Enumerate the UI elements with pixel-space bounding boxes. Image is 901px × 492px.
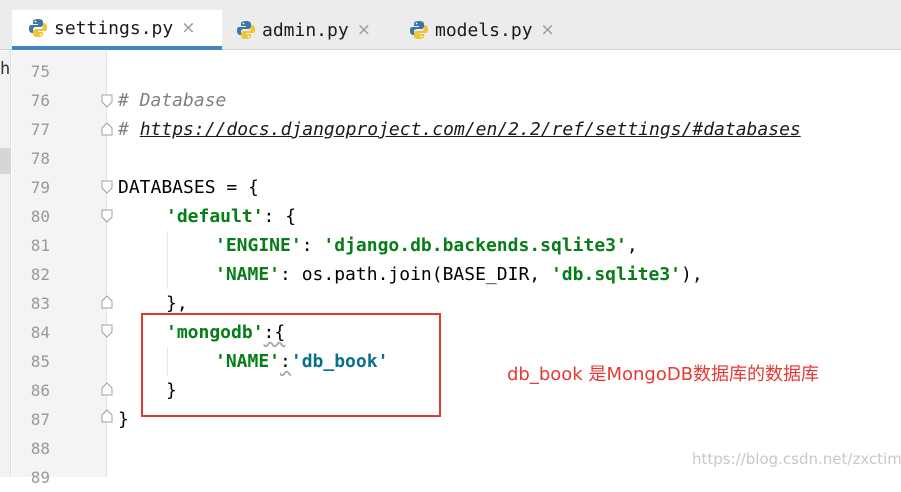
code-line-76[interactable]: # Database <box>118 86 226 115</box>
indent-guide <box>167 231 168 289</box>
code-line-77[interactable]: # https://docs.djangoproject.com/en/2.2/… <box>118 115 801 144</box>
string-token: 'ENGINE' <box>215 235 302 256</box>
highlight-box <box>141 313 441 417</box>
python-file-icon <box>29 19 47 37</box>
line-number: 88 <box>30 439 50 458</box>
line-number: 87 <box>30 410 50 429</box>
code-token: }, <box>166 293 188 314</box>
code-token: ), <box>681 264 703 285</box>
tab-label: admin.py <box>262 19 349 41</box>
tab-label: settings.py <box>54 17 174 39</box>
close-tab-icon[interactable]: × <box>357 20 371 40</box>
line-number: 79 <box>30 178 50 197</box>
code-token: : os.path.join(BASE_DIR, <box>280 264 551 285</box>
line-number: 81 <box>30 236 50 255</box>
comment-token: # Database <box>118 90 227 111</box>
python-file-icon <box>237 21 255 39</box>
fold-end-icon[interactable] <box>101 295 113 309</box>
line-number: 78 <box>30 149 50 168</box>
string-token: 'NAME' <box>215 264 281 285</box>
code-line-81[interactable]: 'ENGINE': 'django.db.backends.sqlite3', <box>215 231 638 260</box>
watermark: https://blog.csdn.net/zxctime <box>692 450 901 468</box>
code-line-87[interactable]: } <box>118 405 129 434</box>
line-number: 75 <box>30 62 50 81</box>
line-number: 84 <box>30 323 50 342</box>
close-tab-icon[interactable]: × <box>181 18 195 38</box>
editor-tab-bar: settings.py × admin.py × models.py × <box>0 0 901 50</box>
line-number: 76 <box>30 91 50 110</box>
fold-collapse-icon[interactable] <box>101 209 113 223</box>
fold-end-icon[interactable] <box>101 409 113 423</box>
code-line-82[interactable]: 'NAME': os.path.join(BASE_DIR, 'db.sqlit… <box>215 260 703 289</box>
comment-token: # <box>118 119 140 140</box>
string-token: 'db.sqlite3' <box>550 264 682 285</box>
side-panel-highlight <box>0 148 11 174</box>
code-token: : { <box>263 206 297 227</box>
code-token: } <box>118 409 129 430</box>
line-number: 82 <box>30 265 50 284</box>
line-number: 80 <box>30 207 50 226</box>
fold-collapse-icon[interactable] <box>101 94 113 108</box>
fold-end-icon[interactable] <box>101 382 113 396</box>
line-number: 89 <box>30 468 50 487</box>
code-token: , <box>626 235 638 256</box>
code-token: : <box>301 235 324 256</box>
fold-collapse-icon[interactable] <box>101 180 113 194</box>
tab-label: models.py <box>435 19 533 41</box>
tab-admin-py[interactable]: admin.py × <box>236 10 396 50</box>
side-panel-text-stub: h <box>0 59 11 79</box>
url-link[interactable]: https://docs.djangoproject.com/en/2.2/re… <box>140 119 801 140</box>
annotation-note: db_book 是MongoDB数据库的数据库 <box>507 364 820 385</box>
code-token: DATABASES = { <box>118 177 259 198</box>
string-token: 'default' <box>166 206 264 227</box>
code-line-79[interactable]: DATABASES = { <box>118 173 259 202</box>
tab-models-py[interactable]: models.py × <box>409 10 589 50</box>
string-token: 'django.db.backends.sqlite3' <box>323 235 627 256</box>
fold-end-icon[interactable] <box>101 122 113 136</box>
line-number: 77 <box>30 120 50 139</box>
side-panel-strip <box>0 51 11 477</box>
tab-settings-py[interactable]: settings.py × <box>12 10 222 50</box>
close-tab-icon[interactable]: × <box>541 20 555 40</box>
line-number: 85 <box>30 352 50 371</box>
fold-collapse-icon[interactable] <box>101 324 113 338</box>
python-file-icon <box>410 21 428 39</box>
line-number: 86 <box>30 381 50 400</box>
code-line-80[interactable]: 'default': { <box>166 202 296 231</box>
line-number: 83 <box>30 294 50 313</box>
